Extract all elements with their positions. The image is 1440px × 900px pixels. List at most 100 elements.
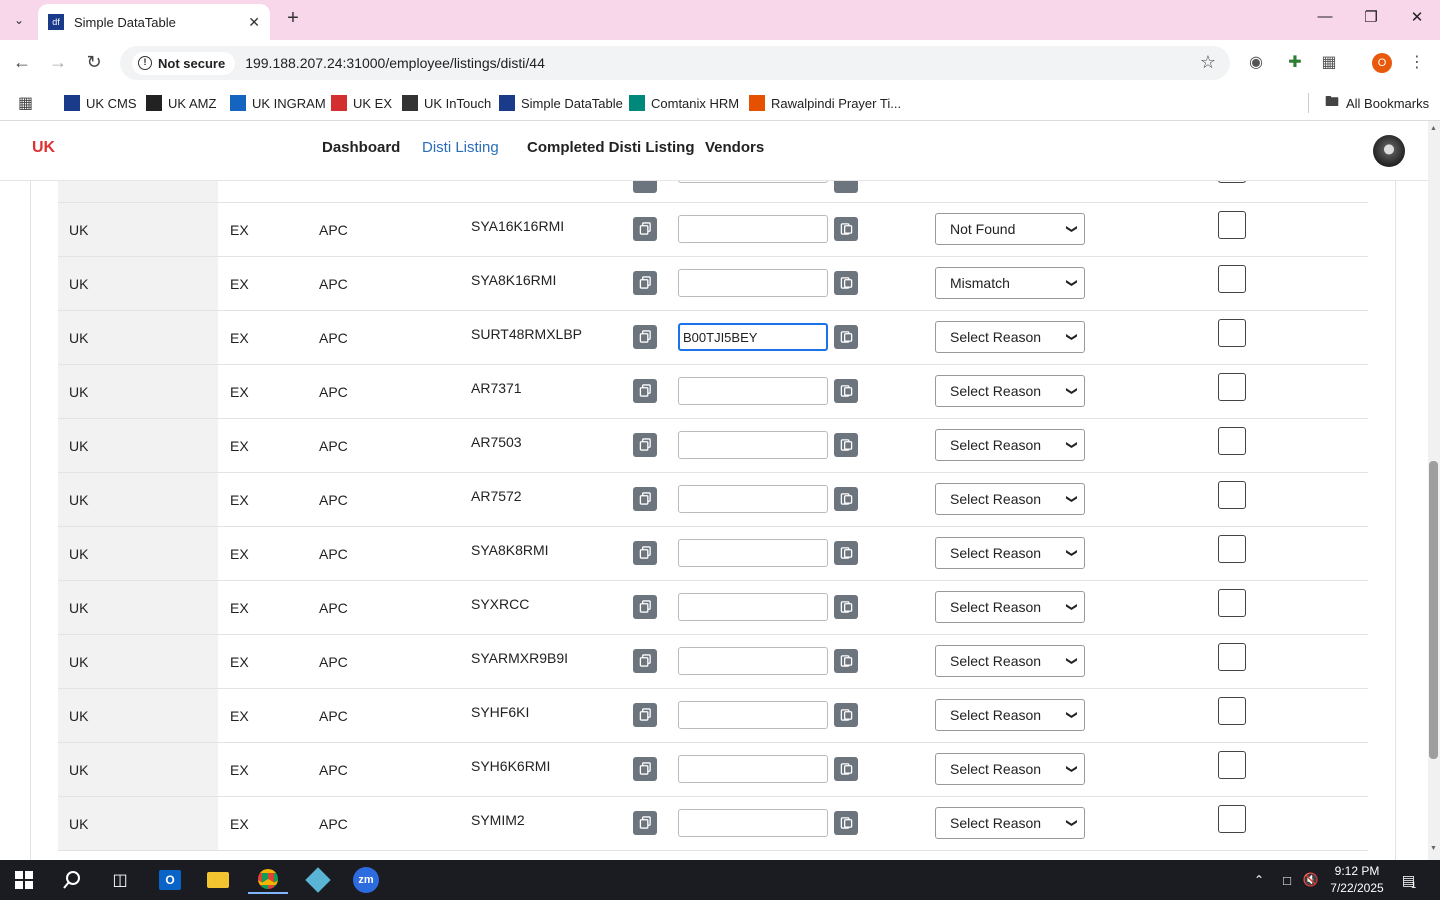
reason-select[interactable]: Select Reason ❯ (935, 321, 1085, 353)
reason-select[interactable]: Select Reason ❯ (935, 375, 1085, 407)
row-checkbox[interactable] (1218, 265, 1246, 293)
reason-select[interactable]: Select Reason ❯ (935, 645, 1085, 677)
row-checkbox[interactable] (1218, 643, 1246, 671)
minimize-icon[interactable]: — (1310, 8, 1340, 32)
row-checkbox[interactable] (1218, 535, 1246, 563)
nav-vendors[interactable]: Vendors (705, 139, 764, 156)
extensions-icon[interactable]: ▦ (1318, 52, 1340, 74)
row-checkbox[interactable] (1218, 211, 1246, 239)
task-view-icon[interactable]: ◫ (100, 866, 140, 894)
row-checkbox[interactable] (1218, 319, 1246, 347)
copy-sku-icon[interactable] (633, 703, 657, 727)
reload-icon[interactable]: ↻ (82, 50, 106, 74)
chrome-icon[interactable] (248, 866, 288, 894)
tray-chevron-icon[interactable]: ⌃ (1244, 866, 1274, 894)
reason-select[interactable]: Select Reason ❯ (935, 699, 1085, 731)
reason-select[interactable]: Select Reason ❯ (935, 483, 1085, 515)
row-checkbox[interactable] (1218, 589, 1246, 617)
asin-input[interactable] (678, 269, 828, 297)
browser-tab[interactable]: df Simple DataTable ✕ (38, 4, 270, 40)
search-icon[interactable] (52, 866, 92, 894)
row-checkbox[interactable] (1218, 427, 1246, 455)
page-scrollbar[interactable]: ▲ ▼ (1428, 121, 1440, 860)
profile-avatar[interactable]: O (1372, 53, 1392, 73)
paste-asin-icon[interactable] (834, 595, 858, 619)
paste-asin-icon[interactable] (834, 541, 858, 565)
asin-input[interactable] (678, 755, 828, 783)
row-checkbox[interactable] (1218, 751, 1246, 779)
asin-input[interactable] (678, 377, 828, 405)
extension-puzzle-add-icon[interactable]: ✚ (1284, 52, 1306, 74)
bookmark-item[interactable]: UK EX (331, 93, 392, 113)
asin-input[interactable] (678, 431, 828, 459)
reason-select[interactable]: Select Reason ❯ (935, 753, 1085, 785)
bookmark-star-icon[interactable]: ☆ (1200, 52, 1216, 73)
paste-asin-icon[interactable] (834, 217, 858, 241)
tab-search-icon[interactable]: ⌄ (6, 8, 32, 32)
paste-asin-icon[interactable] (834, 811, 858, 835)
asin-input[interactable] (678, 215, 828, 243)
copy-sku-icon[interactable] (633, 649, 657, 673)
all-bookmarks-button[interactable]: 🖿 All Bookmarks (1324, 93, 1429, 113)
notifications-icon[interactable]: ▤ 1 (1394, 866, 1424, 894)
copy-sku-icon[interactable] (633, 271, 657, 295)
bookmark-item[interactable]: UK INGRAM (230, 93, 326, 113)
paste-asin-icon[interactable] (834, 703, 858, 727)
bookmark-item[interactable]: UK CMS (64, 93, 137, 113)
nav-disti-listing[interactable]: Disti Listing (422, 139, 499, 156)
asin-input[interactable] (678, 593, 828, 621)
copy-sku-icon[interactable] (633, 541, 657, 565)
reason-select[interactable]: Select Reason ❯ (935, 429, 1085, 461)
restore-icon[interactable]: ❐ (1356, 8, 1386, 32)
paste-asin-icon[interactable] (834, 325, 858, 349)
bookmark-item[interactable]: Rawalpindi Prayer Ti... (749, 93, 901, 113)
bookmark-item[interactable]: Simple DataTable (499, 93, 623, 113)
user-avatar[interactable] (1373, 135, 1405, 167)
bookmark-item[interactable]: Comtanix HRM (629, 93, 739, 113)
apps-grid-icon[interactable]: ▦ (18, 93, 33, 113)
paste-asin-icon[interactable] (834, 649, 858, 673)
asin-input[interactable] (678, 701, 828, 729)
windows-start-icon[interactable] (4, 866, 44, 894)
nav-completed-disti-listing[interactable]: Completed Disti Listing (527, 139, 695, 156)
address-bar[interactable]: ! Not secure 199.188.207.24:31000/employ… (120, 46, 1230, 80)
scroll-down-icon[interactable]: ▼ (1430, 845, 1437, 852)
copy-sku-icon[interactable] (633, 325, 657, 349)
paste-asin-icon[interactable] (834, 757, 858, 781)
outlook-icon[interactable]: O (150, 866, 190, 894)
asin-input[interactable] (678, 539, 828, 567)
tab-close-icon[interactable]: ✕ (248, 14, 260, 31)
copy-sku-icon[interactable] (633, 487, 657, 511)
scroll-up-icon[interactable]: ▲ (1430, 125, 1437, 132)
asin-input[interactable] (678, 323, 828, 351)
reason-select[interactable]: Select Reason ❯ (935, 807, 1085, 839)
copy-sku-icon[interactable] (633, 433, 657, 457)
reason-select[interactable]: Select Reason ❯ (935, 537, 1085, 569)
bookmark-item[interactable]: UK AMZ (146, 93, 216, 113)
copy-sku-icon[interactable] (633, 379, 657, 403)
app-logo[interactable]: UK (32, 139, 60, 163)
copy-sku-icon[interactable] (633, 757, 657, 781)
zoom-icon[interactable]: zm (346, 866, 386, 894)
bookmark-item[interactable]: UK InTouch (402, 93, 491, 113)
scrollbar-thumb[interactable] (1429, 461, 1438, 759)
paste-asin-icon[interactable] (834, 379, 858, 403)
reason-select[interactable]: Select Reason ❯ (935, 591, 1085, 623)
system-clock[interactable]: 9:12 PM 7/22/2025 (1318, 863, 1396, 897)
new-tab-icon[interactable]: + (282, 8, 304, 30)
paste-asin-icon[interactable] (834, 487, 858, 511)
row-checkbox[interactable] (1218, 481, 1246, 509)
remote-app-icon[interactable] (298, 866, 338, 894)
url-text[interactable]: 199.188.207.24:31000/employee/listings/d… (245, 55, 545, 71)
row-checkbox[interactable] (1218, 697, 1246, 725)
window-close-icon[interactable]: ✕ (1402, 8, 1432, 32)
paste-asin-icon[interactable] (834, 271, 858, 295)
row-checkbox[interactable] (1218, 373, 1246, 401)
row-checkbox[interactable] (1218, 181, 1246, 183)
copy-sku-icon[interactable] (633, 811, 657, 835)
copy-sku-icon[interactable] (633, 181, 657, 193)
paste-asin-icon[interactable] (834, 433, 858, 457)
file-explorer-icon[interactable] (198, 866, 238, 894)
forward-icon[interactable]: → (46, 50, 70, 74)
nav-dashboard[interactable]: Dashboard (322, 139, 400, 156)
